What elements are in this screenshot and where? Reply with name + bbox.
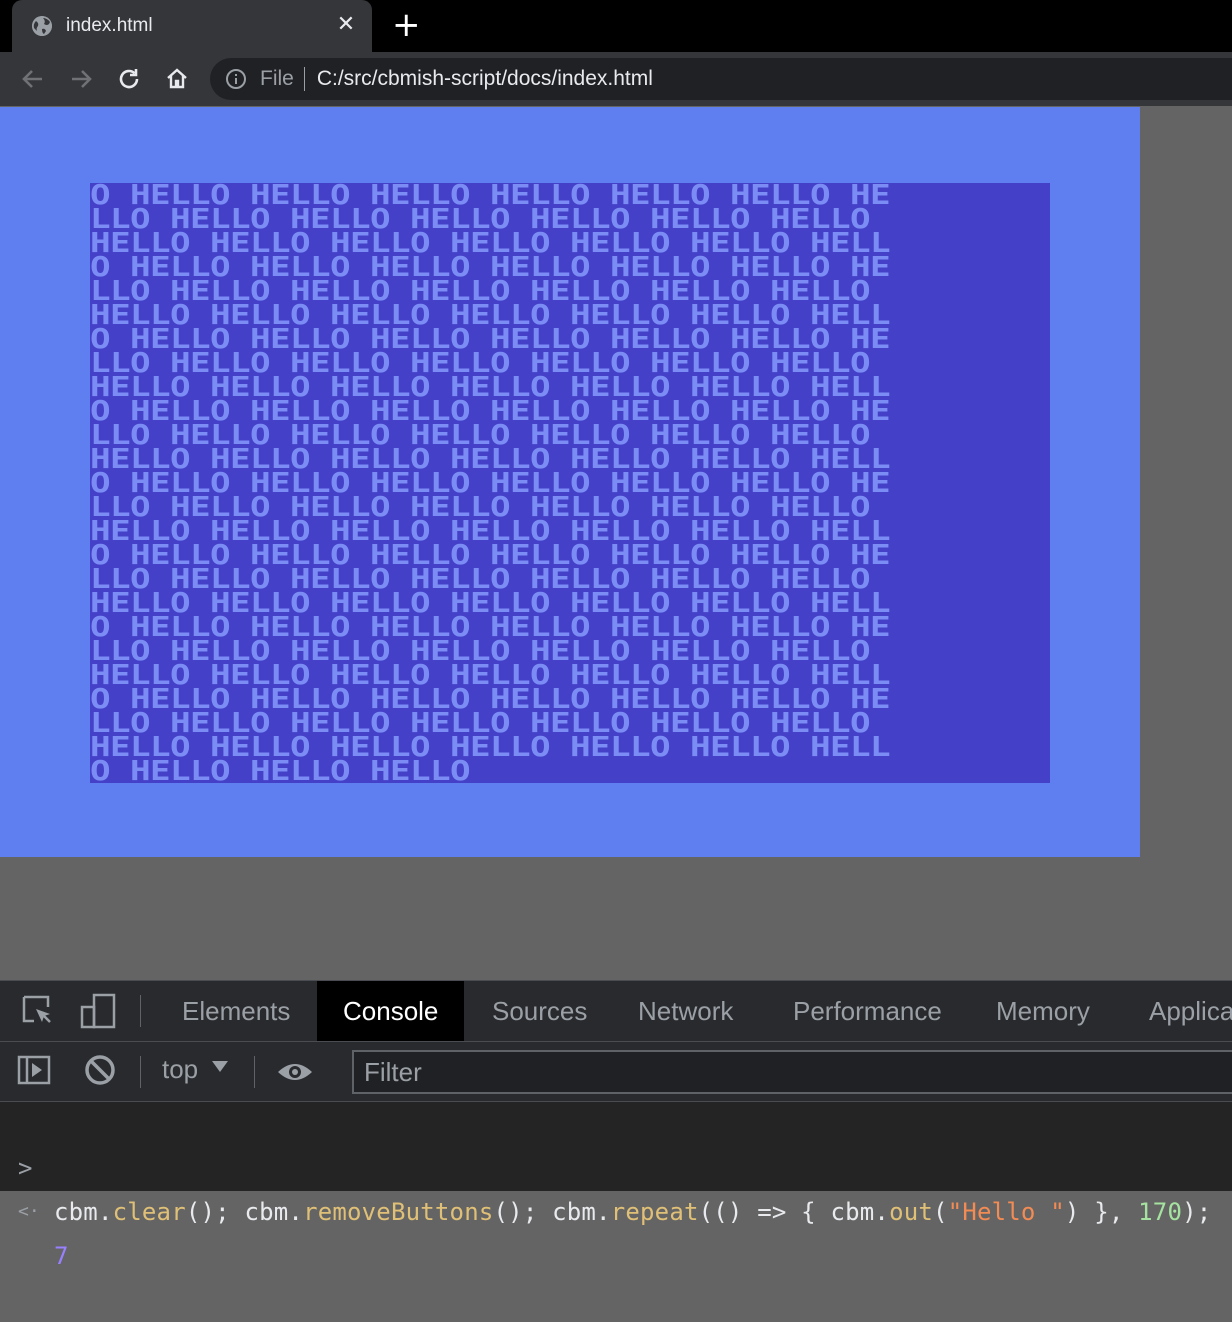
c64-text-line: HELLO HELLO HELLO HELLO HELLO HELLO HELL — [90, 443, 891, 475]
console-output: > cbm.clear(); cbm.removeButtons(); cbm.… — [0, 1102, 1232, 1270]
tab-performance[interactable]: Performance — [767, 981, 968, 1041]
code-token: ); — [1182, 1198, 1212, 1226]
tab-network[interactable]: Network — [612, 981, 759, 1041]
url-scheme: File — [260, 67, 294, 90]
console-toolbar-divider — [140, 1056, 141, 1088]
console-result-line: <· 7 — [0, 1146, 1232, 1270]
info-icon[interactable] — [226, 69, 246, 89]
c64-text-line: O HELLO HELLO HELLO HELLO HELLO HELLO HE — [90, 323, 891, 355]
console-toolbar: top Filter — [0, 1042, 1232, 1102]
tab-title: index.html — [66, 15, 153, 36]
c64-text-line: HELLO HELLO HELLO HELLO HELLO HELLO HELL — [90, 299, 891, 331]
filter-input[interactable]: Filter — [352, 1050, 1232, 1094]
tab-elements[interactable]: Elements — [156, 981, 316, 1041]
c64-text-line: O HELLO HELLO HELLO — [90, 755, 471, 783]
c64-text-line: HELLO HELLO HELLO HELLO HELLO HELLO HELL — [90, 659, 891, 691]
c64-text-line: HELLO HELLO HELLO HELLO HELLO HELLO HELL — [90, 515, 891, 547]
device-toolbar-icon[interactable] — [80, 993, 116, 1029]
code-token: clear — [112, 1198, 186, 1226]
code-token: (); cbm. — [493, 1198, 611, 1226]
address-bar[interactable]: File C:/src/cbmish-script/docs/index.htm… — [210, 58, 1232, 100]
browser-toolbar: File C:/src/cbmish-script/docs/index.htm… — [0, 52, 1232, 106]
output-prompt: <· — [18, 1201, 40, 1222]
c64-screen: O HELLO HELLO HELLO HELLO HELLO HELLO HE… — [90, 183, 1050, 783]
c64-text-line: O HELLO HELLO HELLO HELLO HELLO HELLO HE — [90, 251, 891, 283]
page-viewport: O HELLO HELLO HELLO HELLO HELLO HELLO HE… — [0, 106, 1232, 980]
code-token: ( — [933, 1198, 948, 1226]
eye-icon[interactable] — [276, 1054, 312, 1090]
forward-button[interactable] — [64, 62, 98, 96]
reload-button[interactable] — [112, 62, 146, 96]
code-token: ) }, — [1064, 1198, 1139, 1226]
c64-text-line: O HELLO HELLO HELLO HELLO HELLO HELLO HE — [90, 467, 891, 499]
c64-border: O HELLO HELLO HELLO HELLO HELLO HELLO HE… — [0, 107, 1140, 857]
browser-tab[interactable]: index.html ✕ — [12, 0, 372, 52]
globe-icon — [32, 16, 52, 36]
tab-sources[interactable]: Sources — [466, 981, 613, 1041]
devtools-panel: Elements Console Sources Network Perform… — [0, 980, 1232, 1270]
console-result-value: 7 — [54, 1242, 69, 1270]
c64-text-line: LLO HELLO HELLO HELLO HELLO HELLO HELLO — [90, 203, 890, 235]
new-tab-button[interactable]: + — [392, 8, 421, 44]
c64-text-line: LLO HELLO HELLO HELLO HELLO HELLO HELLO — [90, 635, 890, 667]
console-toolbar-divider-2 — [254, 1056, 255, 1088]
c64-text-line: O HELLO HELLO HELLO HELLO HELLO HELLO HE — [90, 683, 891, 715]
toolbar-divider — [140, 995, 141, 1027]
back-button[interactable] — [16, 62, 50, 96]
context-label: top — [162, 1054, 199, 1084]
c64-text-line: HELLO HELLO HELLO HELLO HELLO HELLO HELL — [90, 587, 891, 619]
tab-application[interactable]: Applica — [1123, 981, 1232, 1041]
c64-text-line: HELLO HELLO HELLO HELLO HELLO HELLO HELL — [90, 371, 891, 403]
code-token: 170 — [1138, 1198, 1183, 1226]
tab-memory[interactable]: Memory — [970, 981, 1116, 1041]
url-text[interactable]: C:/src/cbmish-script/docs/index.html — [317, 67, 653, 91]
c64-text-line: LLO HELLO HELLO HELLO HELLO HELLO HELLO — [90, 347, 890, 379]
arrow-right-icon — [72, 70, 92, 88]
c64-text-line: LLO HELLO HELLO HELLO HELLO HELLO HELLO — [90, 707, 890, 739]
code-token: (); cbm. — [185, 1198, 304, 1226]
context-selector[interactable]: top — [162, 1054, 229, 1085]
console-input-line: > cbm.clear(); cbm.removeButtons(); cbm.… — [0, 1102, 1232, 1226]
code-token: repeat — [610, 1198, 699, 1226]
home-icon — [167, 68, 187, 89]
devtools-tab-bar: Elements Console Sources Network Perform… — [0, 980, 1232, 1042]
code-token: removeButtons — [303, 1198, 494, 1226]
inspect-element-icon[interactable] — [20, 993, 56, 1029]
c64-text-line: LLO HELLO HELLO HELLO HELLO HELLO HELLO — [90, 491, 890, 523]
c64-text-line: O HELLO HELLO HELLO HELLO HELLO HELLO HE — [90, 611, 891, 643]
sidebar-toggle-icon[interactable] — [16, 1052, 52, 1088]
c64-text-line: HELLO HELLO HELLO HELLO HELLO HELLO HELL — [90, 227, 891, 259]
c64-text-line: LLO HELLO HELLO HELLO HELLO HELLO HELLO — [90, 419, 890, 451]
tab-strip: index.html ✕ + — [0, 0, 1232, 52]
home-button[interactable] — [160, 62, 194, 96]
clear-console-icon[interactable] — [82, 1052, 118, 1088]
tab-console[interactable]: Console — [317, 981, 465, 1041]
arrow-left-icon — [22, 70, 42, 88]
c64-text-line: HELLO HELLO HELLO HELLO HELLO HELLO HELL — [90, 731, 891, 763]
code-token: out — [889, 1198, 934, 1226]
console-command[interactable]: cbm.clear(); cbm.removeButtons(); cbm.re… — [54, 1190, 1211, 1234]
c64-text-line: LLO HELLO HELLO HELLO HELLO HELLO HELLO — [90, 563, 890, 595]
c64-text-line: O HELLO HELLO HELLO HELLO HELLO HELLO HE — [90, 395, 891, 427]
code-token: "Hello " — [947, 1198, 1065, 1226]
url-separator — [303, 67, 305, 91]
c64-text-line: O HELLO HELLO HELLO HELLO HELLO HELLO HE — [90, 539, 891, 571]
c64-text-line: O HELLO HELLO HELLO HELLO HELLO HELLO HE — [90, 183, 891, 211]
code-token: (() => { cbm. — [698, 1198, 890, 1226]
tab-close-icon[interactable]: ✕ — [334, 12, 358, 38]
reload-icon — [119, 69, 139, 89]
c64-text-line: LLO HELLO HELLO HELLO HELLO HELLO HELLO — [90, 275, 890, 307]
dropdown-arrow-icon — [212, 1061, 229, 1072]
